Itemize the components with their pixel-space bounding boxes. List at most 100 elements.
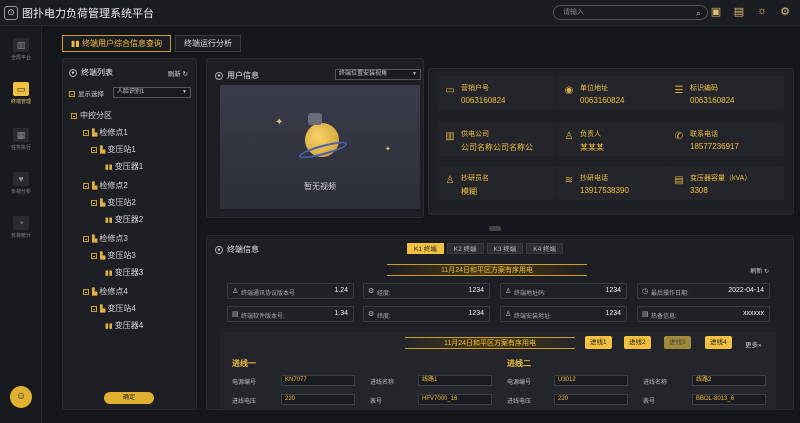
lines-banner: 11月24日和平区方案有序用电 xyxy=(405,337,575,349)
info-card: ♙ 抄研员名 模糊 xyxy=(437,166,555,200)
terminal-icon: ● xyxy=(215,245,223,254)
tab-terminal-analysis[interactable]: 终端运行分析 xyxy=(175,35,242,52)
user-icon: ♙ xyxy=(232,288,239,295)
tab-line3[interactable]: 进线3 xyxy=(664,336,691,349)
building-icon: ▙ xyxy=(92,289,98,296)
splitter-handle[interactable] xyxy=(489,226,501,231)
camera-icon xyxy=(308,113,322,125)
tree-node[interactable]: ▙ 变压站4 xyxy=(91,303,136,314)
tab-k1[interactable]: K1 终端 xyxy=(407,243,444,254)
field-label: 表号 xyxy=(370,399,383,405)
tree-node[interactable]: ▙ 检修点3 xyxy=(83,233,128,244)
tree-node[interactable]: ▮▮ 变压器2 xyxy=(105,214,143,225)
tab-line1[interactable]: 进线1 xyxy=(585,336,612,349)
sidebar-item-label: 终端管理 xyxy=(10,99,31,105)
monitor-icon: ▭ xyxy=(13,82,29,96)
camera-view-select[interactable]: 终端位置安装视角 xyxy=(335,69,421,80)
stat-item: ♙ 终端安装地址: 1234 xyxy=(500,306,627,322)
person-icon: ♙ xyxy=(445,175,455,186)
building-icon: ▙ xyxy=(100,306,106,313)
sidebar-item-global[interactable]: ▥ 全局平台 xyxy=(0,38,42,61)
doc-icon: ▤ xyxy=(232,311,239,318)
user-icon: ♙ xyxy=(564,131,574,142)
sidebar-item-load-stats[interactable]: ◔ 负荷统计 xyxy=(0,216,42,239)
user-info-title: ● 用户信息 xyxy=(215,70,259,81)
search-icon[interactable]: ⌕ xyxy=(696,7,701,20)
search-input[interactable]: 请输入 ⌕ xyxy=(553,5,708,20)
tree-node[interactable]: ▙ 变压站3 xyxy=(91,250,136,261)
terminal-icon: ● xyxy=(69,68,77,77)
info-card: ▤ 变压器容量（kVA） 3308 xyxy=(666,166,784,200)
transformer-icon: ▮▮ xyxy=(105,270,113,277)
tree-node[interactable]: ▮▮ 变压器1 xyxy=(105,161,143,172)
location-icon: ◉ xyxy=(564,85,574,96)
tree-node[interactable]: ▙ 检修点1 xyxy=(83,127,128,138)
image-icon[interactable]: ▣ xyxy=(709,5,723,18)
video-placeholder: 暂无视频 xyxy=(304,182,336,191)
sidebar-item-task[interactable]: ▦ 任务执行 xyxy=(0,128,42,151)
building-icon: ▙ xyxy=(100,253,106,260)
heart-icon: ♥ xyxy=(13,172,29,186)
clock-icon: ◷ xyxy=(642,288,649,295)
sparkle-icon: ✦ xyxy=(275,117,284,128)
tree-node[interactable]: 中控分区 xyxy=(71,110,112,121)
field-value: BBOL-8013_6 xyxy=(692,394,766,405)
tree-node[interactable]: ▙ 检修点2 xyxy=(83,180,128,191)
line1-title: 进线一 xyxy=(232,359,256,368)
sidebar: ▥ 全局平台 ▭ 终端管理 ▦ 任务执行 ♥ 负荷分析 ◔ 负荷统计 ☺ xyxy=(0,26,42,423)
screen-icon: ▦ xyxy=(13,128,29,142)
stat-item: ♙ 终端地址码: 1234 xyxy=(500,283,627,299)
tab-k4[interactable]: K4 终端 xyxy=(526,243,564,254)
tree-node[interactable]: ▙ 变压站1 xyxy=(91,144,136,155)
tab-user-info[interactable]: ▮▮ 终端用户综合信息查询 xyxy=(62,35,172,52)
tab-line2[interactable]: 进线2 xyxy=(624,336,651,349)
sidebar-item-label: 全局平台 xyxy=(10,55,31,61)
field-label: 进线名称 xyxy=(370,380,395,386)
checkbox[interactable] xyxy=(69,91,75,98)
tree-node[interactable]: ▙ 变压站2 xyxy=(91,197,136,208)
confirm-button[interactable]: 确定 xyxy=(104,392,154,404)
info-card: ▥ 供电公司 公司名称公司名称公 xyxy=(437,122,555,156)
field-label: 进线名称 xyxy=(643,380,668,386)
building-icon: ▥ xyxy=(445,131,455,142)
gear-icon[interactable]: ⚙ xyxy=(778,5,792,18)
search-placeholder: 请输入 xyxy=(563,9,584,16)
tab-line4[interactable]: 进线4 xyxy=(705,336,732,349)
gear-icon: ⚙ xyxy=(368,311,375,318)
show-select-dropdown[interactable]: 人脸识别1 xyxy=(113,87,191,98)
app-title: 图扑电力负荷管理系统平台 xyxy=(22,7,154,20)
info-card: ◉ 单位地址 0063160824 xyxy=(556,76,674,110)
sparkle-icon: ✦ xyxy=(385,146,391,153)
refresh-button[interactable]: 刷新 ↻ xyxy=(750,266,769,275)
bulb-icon[interactable]: ☼ xyxy=(755,5,769,18)
refresh-button[interactable]: 刷新 ↻ xyxy=(168,68,188,78)
tree-node[interactable]: ▙ 检修点4 xyxy=(83,286,128,297)
wallet-icon[interactable]: ▤ xyxy=(732,5,746,18)
layers-icon: ≋ xyxy=(564,175,574,186)
stat-item: ⚙ 纬度: 1234 xyxy=(363,306,490,322)
assistant-icon[interactable]: ☺ xyxy=(10,386,32,408)
user-icon: ♙ xyxy=(505,311,512,318)
tree-node[interactable]: ▮▮ 变压器4 xyxy=(105,320,143,331)
building-icon: ▙ xyxy=(92,183,98,190)
info-card: ≋ 抄研电话 13917538390 xyxy=(556,166,674,200)
field-value: KN7077 xyxy=(281,375,355,386)
transformer-icon: ▤ xyxy=(674,175,684,186)
stat-item: ◷ 最后操作日期: 2022-04-14 xyxy=(637,283,770,299)
stat-item: ▤ 热备信息: xxxxxx xyxy=(637,306,770,322)
field-value: 线路2 xyxy=(692,375,766,386)
tab-k3[interactable]: K3 终端 xyxy=(486,243,524,254)
gear-icon: ⚙ xyxy=(368,288,375,295)
phone-icon: ✆ xyxy=(674,131,684,142)
transformer-icon: ▮▮ xyxy=(105,217,113,224)
more-link[interactable]: 更多» xyxy=(745,339,762,349)
stat-item: ⚙ 经度: 1234 xyxy=(363,283,490,299)
field-value: 线路1 xyxy=(418,375,492,386)
sidebar-item-terminal[interactable]: ▭ 终端管理 xyxy=(0,82,42,105)
field-value: 220 xyxy=(281,394,355,405)
schedule-banner: 11月24日和平区方案有序用电 xyxy=(387,264,587,276)
tab-k2[interactable]: K2 终端 xyxy=(446,243,484,254)
tree-node[interactable]: ▮▮ 变压器3 xyxy=(105,267,143,278)
user-icon: ♙ xyxy=(505,288,512,295)
sidebar-item-load-analysis[interactable]: ♥ 负荷分析 xyxy=(0,172,42,195)
